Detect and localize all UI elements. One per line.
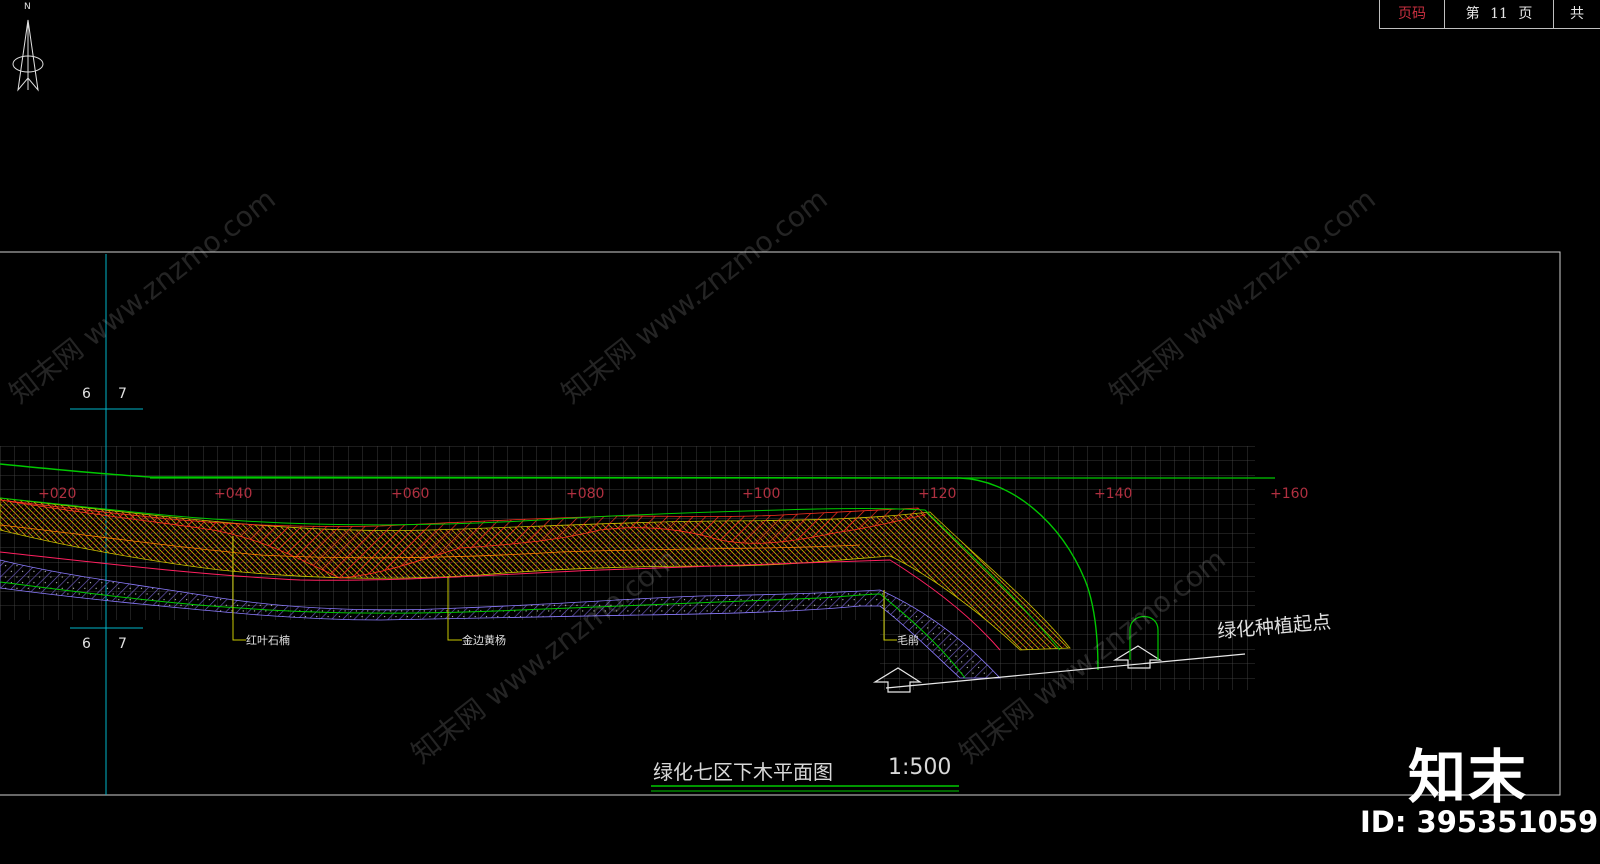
north-arrow-icon (12, 19, 44, 92)
drawing-scale: 1:500 (888, 755, 952, 780)
station-label: +140 (1094, 486, 1133, 502)
plant-label-azalea: 毛鹃 (897, 634, 919, 647)
plant-label-photinia: 红叶石楠 (246, 634, 290, 647)
station-label: +040 (214, 486, 253, 502)
drawing-title: 绿化七区下木平面图 (653, 760, 833, 784)
station-label: +100 (742, 486, 781, 502)
station-label: +020 (38, 486, 77, 502)
station-label: +120 (918, 486, 957, 502)
cad-drawing-canvas[interactable] (0, 0, 1600, 864)
section-mark-bottom-right: 7 (118, 636, 127, 652)
titleblock-page-number-cell: 第 11 页 (1444, 0, 1554, 29)
page-number: 11 (1490, 6, 1508, 22)
plant-label-golden-privet: 金边黄杨 (462, 634, 506, 647)
station-label: +080 (566, 486, 605, 502)
station-label: +060 (391, 486, 430, 502)
station-label: +160 (1270, 486, 1309, 502)
page-suffix: 页 (1518, 6, 1533, 22)
watermark-logo: 知末 (1408, 743, 1529, 811)
section-mark-bottom-left: 6 (82, 636, 91, 652)
section-mark-top-left: 6 (82, 386, 91, 402)
watermark-id: ID: 395351059 (1360, 805, 1599, 839)
titleblock-total: 共 (1553, 0, 1600, 29)
north-label: N (24, 2, 31, 12)
page-prefix: 第 (1465, 6, 1480, 22)
section-mark-top-right: 7 (118, 386, 127, 402)
titleblock-page-code: 页码 (1379, 0, 1445, 29)
